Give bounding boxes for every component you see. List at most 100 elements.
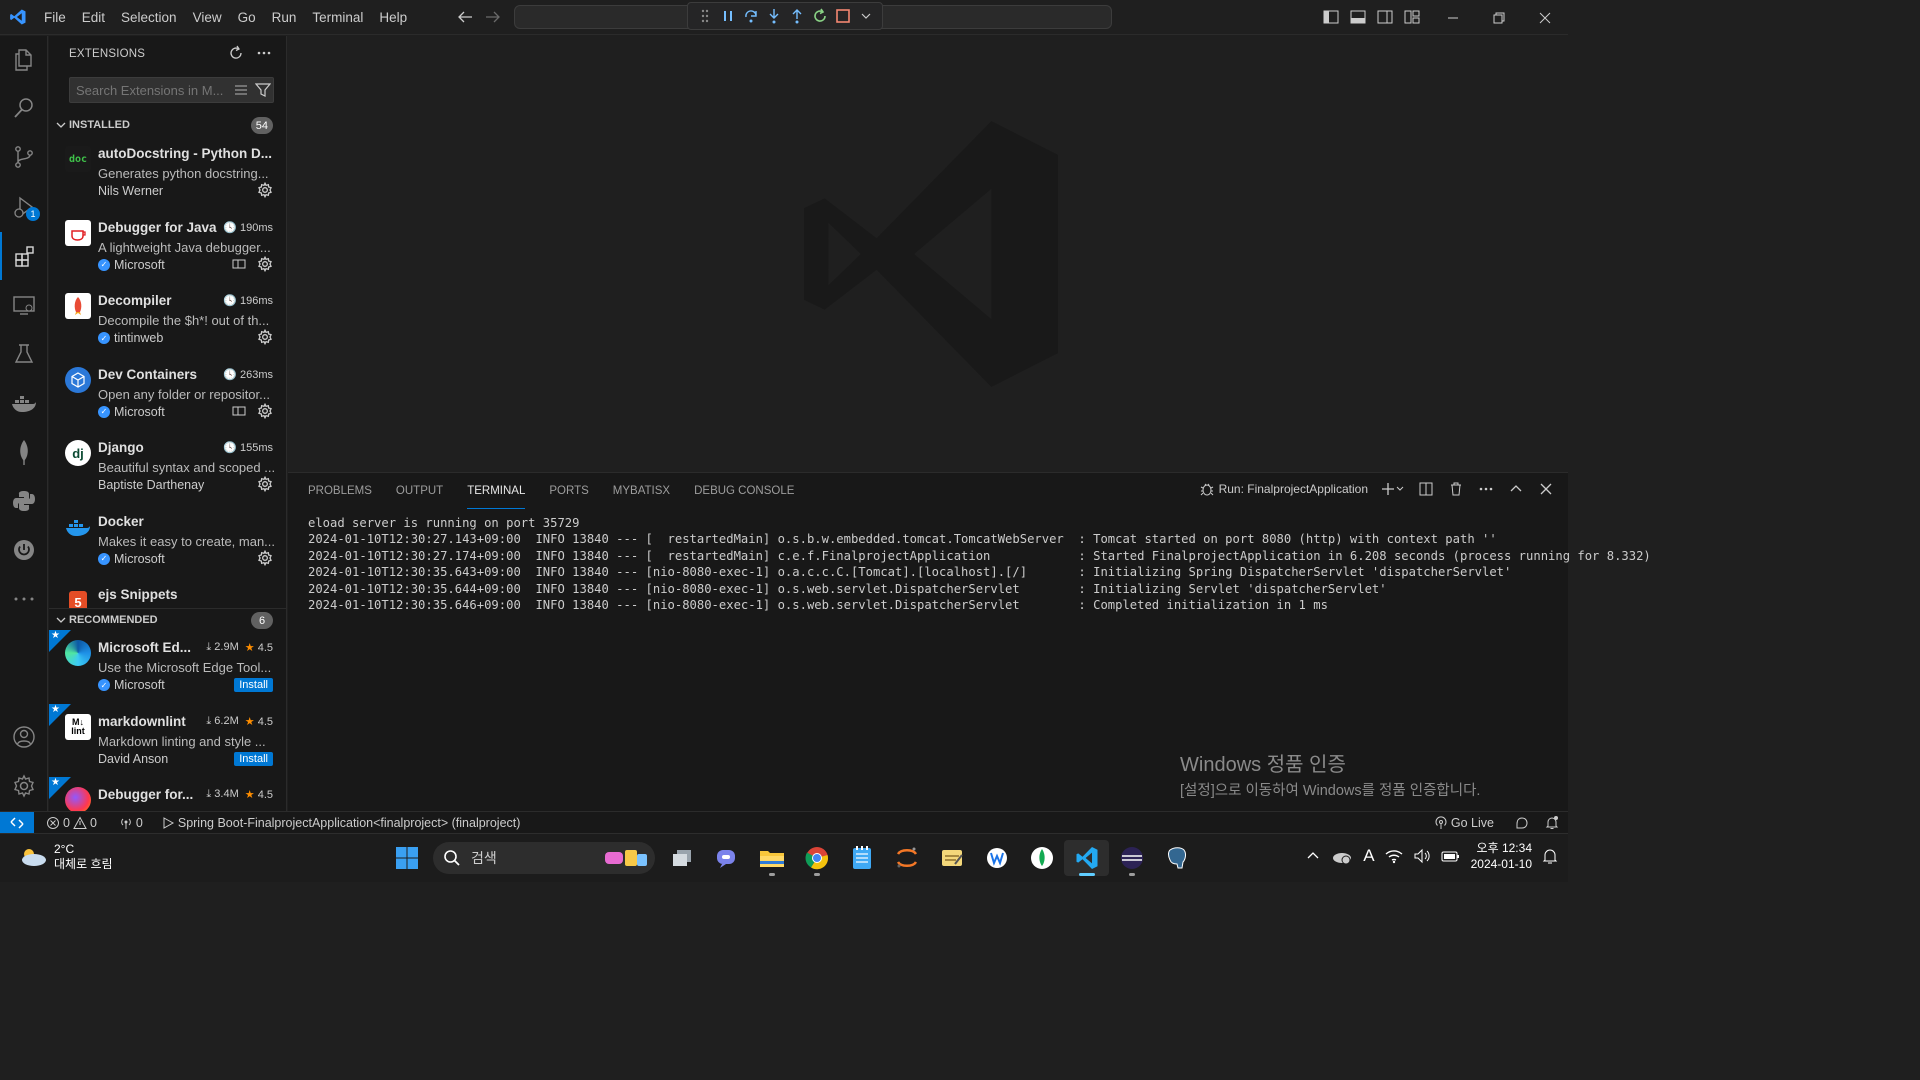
recommended-section-header[interactable]: RECOMMENDED 6: [49, 608, 286, 630]
more-actions-icon[interactable]: [1478, 481, 1494, 497]
feedback-icon[interactable]: [1514, 815, 1530, 831]
python-icon[interactable]: [0, 477, 48, 525]
vscode-taskbar-icon[interactable]: [1064, 840, 1109, 876]
chevron-down-icon[interactable]: [857, 6, 874, 26]
manage-gear-icon[interactable]: [257, 549, 273, 566]
back-arrow-icon[interactable]: [456, 6, 474, 28]
stop-icon[interactable]: [834, 6, 851, 26]
menu-terminal[interactable]: Terminal: [304, 0, 371, 35]
settings-gear-icon[interactable]: [0, 762, 48, 810]
chrome-icon[interactable]: [794, 840, 839, 876]
step-out-icon[interactable]: [788, 6, 805, 26]
manage-gear-icon[interactable]: [257, 329, 273, 345]
install-button[interactable]: Install: [234, 751, 273, 766]
menu-edit[interactable]: Edit: [74, 0, 113, 35]
tab-problems[interactable]: PROBLEMS: [308, 473, 372, 509]
eclipse-icon[interactable]: [1109, 840, 1154, 876]
manage-gear-icon[interactable]: [257, 476, 273, 492]
taskbar-search[interactable]: 검색: [433, 842, 655, 874]
menu-help[interactable]: Help: [371, 0, 415, 35]
close-panel-icon[interactable]: [1538, 481, 1554, 497]
tab-ports[interactable]: PORTS: [549, 473, 588, 509]
word-app-icon[interactable]: [974, 840, 1019, 876]
accounts-icon[interactable]: [0, 713, 48, 761]
go-live-button[interactable]: Go Live: [1428, 816, 1500, 830]
weather-widget[interactable]: 2°C 대체로 흐림: [18, 842, 113, 872]
minimize-icon[interactable]: [1430, 0, 1476, 35]
search-icon[interactable]: [0, 84, 48, 132]
power-icon[interactable]: [0, 526, 48, 574]
jupyter-icon[interactable]: [884, 840, 929, 876]
menu-selection[interactable]: Selection: [113, 0, 185, 35]
extension-item-debugger-for-firefox[interactable]: ★ Debugger for... ⤓ 3.4M ★ 4.5: [49, 777, 286, 811]
extension-item-microsoft-edge-tools[interactable]: ★ Microsoft Ed... ⤓ 2.9M ★ 4.5 Use the Mi…: [49, 630, 286, 704]
extension-item-ejs-snippets[interactable]: 5 ejs Snippets: [49, 577, 286, 608]
notepad-icon[interactable]: [839, 840, 884, 876]
manage-gear-icon[interactable]: [257, 255, 273, 272]
extension-item-dev-containers[interactable]: Dev Containers 🕓 263ms Open any folder o…: [49, 357, 286, 431]
notifications-bell-icon[interactable]: [1544, 815, 1560, 831]
battery-icon[interactable]: [1441, 848, 1461, 864]
toggle-secondary-sidebar-icon[interactable]: [1376, 8, 1394, 26]
extension-item-markdownlint[interactable]: ★ M↓ lint markdownlint ⤓ 6.2M ★ 4.5 Markdo…: [49, 703, 286, 778]
onedrive-cloud-icon[interactable]: [1331, 848, 1353, 864]
ports-indicator[interactable]: 0: [113, 816, 149, 830]
terminal-output[interactable]: eload server is running on port 35729 202…: [288, 509, 1651, 619]
tab-terminal[interactable]: TERMINAL: [467, 473, 526, 509]
forward-arrow-icon[interactable]: [484, 6, 502, 28]
menu-run[interactable]: Run: [264, 0, 305, 35]
extension-item-autodocstring[interactable]: doc autoDocstring - Python D... Generate…: [49, 136, 286, 210]
menu-view[interactable]: View: [185, 0, 230, 35]
docker-icon[interactable]: [0, 379, 48, 427]
chevron-up-icon[interactable]: [1305, 848, 1321, 864]
new-terminal-plus-icon[interactable]: [1382, 481, 1404, 497]
testing-icon[interactable]: [0, 330, 48, 378]
filter-icon[interactable]: [255, 81, 271, 99]
tab-debug-console[interactable]: DEBUG CONSOLE: [694, 473, 794, 509]
extension-item-decompiler[interactable]: Decompiler 🕓 196ms Decompile the $h*! ou…: [49, 283, 286, 357]
extensions-icon[interactable]: [0, 232, 48, 280]
close-icon[interactable]: [1522, 0, 1568, 35]
pause-icon[interactable]: [719, 6, 736, 26]
menu-file[interactable]: File: [36, 0, 74, 35]
drag-handle-icon[interactable]: [696, 6, 713, 26]
terminal-instance-selector[interactable]: Run: FinalprojectApplication: [1199, 481, 1368, 497]
refresh-icon[interactable]: [228, 45, 244, 61]
problems-indicator[interactable]: 0 0: [40, 816, 103, 830]
extension-item-docker[interactable]: Docker Makes it easy to create, man... ✓…: [49, 504, 286, 578]
install-button[interactable]: Install: [234, 678, 273, 692]
explorer-icon[interactable]: [0, 36, 48, 84]
notification-bell-icon[interactable]: [1542, 847, 1558, 865]
kill-terminal-trash-icon[interactable]: [1448, 481, 1464, 497]
source-control-icon[interactable]: [0, 133, 48, 181]
extension-search-input[interactable]: [76, 82, 226, 98]
clear-filter-icon[interactable]: [233, 81, 249, 99]
more-actions-icon[interactable]: [256, 45, 272, 61]
manage-gear-icon[interactable]: [257, 402, 273, 419]
ime-language-indicator[interactable]: A: [1363, 846, 1374, 866]
postgresql-icon[interactable]: [1154, 840, 1199, 876]
extension-item-django[interactable]: dj Django 🕓 155ms Beautiful syntax and s…: [49, 430, 286, 504]
more-icon[interactable]: [0, 575, 48, 623]
run-debug-icon[interactable]: 1: [0, 183, 48, 231]
step-into-icon[interactable]: [765, 6, 782, 26]
toggle-panel-icon[interactable]: [1349, 8, 1367, 26]
notes-app-icon[interactable]: [929, 840, 974, 876]
mongodb-leaf-icon[interactable]: [0, 428, 48, 476]
wifi-icon[interactable]: [1385, 848, 1403, 864]
tab-output[interactable]: OUTPUT: [396, 473, 443, 509]
restart-icon[interactable]: [811, 6, 828, 26]
menu-go[interactable]: Go: [230, 0, 264, 35]
customize-layout-icon[interactable]: [1403, 8, 1421, 26]
manage-gear-icon[interactable]: [257, 182, 273, 198]
tab-mybatisx[interactable]: MYBATISX: [613, 473, 670, 509]
restore-icon[interactable]: [1476, 0, 1522, 35]
system-clock[interactable]: 오후 12:34 2024-01-10: [1471, 840, 1532, 872]
step-over-icon[interactable]: [742, 6, 759, 26]
start-windows-icon[interactable]: [384, 840, 429, 876]
teams-chat-icon[interactable]: [704, 840, 749, 876]
remote-indicator-icon[interactable]: [0, 811, 34, 834]
file-explorer-icon[interactable]: [749, 840, 794, 876]
volume-icon[interactable]: [1413, 848, 1431, 864]
mongodb-compass-icon[interactable]: [1019, 840, 1064, 876]
